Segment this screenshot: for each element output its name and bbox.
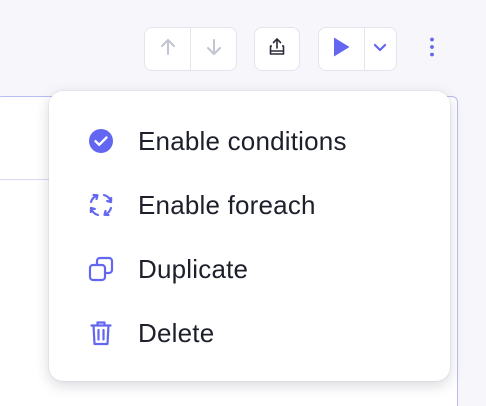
loop-icon — [87, 191, 115, 219]
play-icon — [330, 35, 352, 64]
menu-item-duplicate[interactable]: Duplicate — [49, 241, 450, 297]
export-button-group — [254, 27, 300, 71]
trash-icon — [87, 319, 115, 347]
duplicate-icon — [87, 255, 115, 283]
export-icon — [267, 37, 287, 62]
chevron-down-icon — [372, 40, 388, 58]
run-button[interactable] — [319, 28, 364, 70]
menu-item-enable-foreach[interactable]: Enable foreach — [49, 177, 450, 233]
run-button-group — [318, 27, 397, 71]
menu-item-label: Enable foreach — [138, 189, 316, 220]
node-actions-menu: Enable conditions Enable foreach Duplica… — [49, 91, 450, 381]
more-vertical-icon — [428, 36, 436, 63]
menu-item-enable-conditions[interactable]: Enable conditions — [49, 113, 450, 169]
menu-item-label: Delete — [138, 317, 215, 348]
move-button-group — [144, 27, 237, 71]
more-options-button[interactable] — [418, 27, 446, 71]
page: Enable conditions Enable foreach Duplica… — [0, 0, 486, 406]
menu-item-label: Duplicate — [138, 253, 249, 284]
run-options-button[interactable] — [365, 28, 396, 70]
move-up-button[interactable] — [145, 28, 190, 70]
check-circle-icon — [87, 127, 115, 155]
menu-item-delete[interactable]: Delete — [49, 305, 450, 361]
export-button[interactable] — [255, 28, 299, 70]
arrow-down-icon — [205, 37, 223, 62]
move-down-button[interactable] — [191, 28, 236, 70]
arrow-up-icon — [159, 37, 177, 62]
menu-item-label: Enable conditions — [138, 125, 347, 156]
